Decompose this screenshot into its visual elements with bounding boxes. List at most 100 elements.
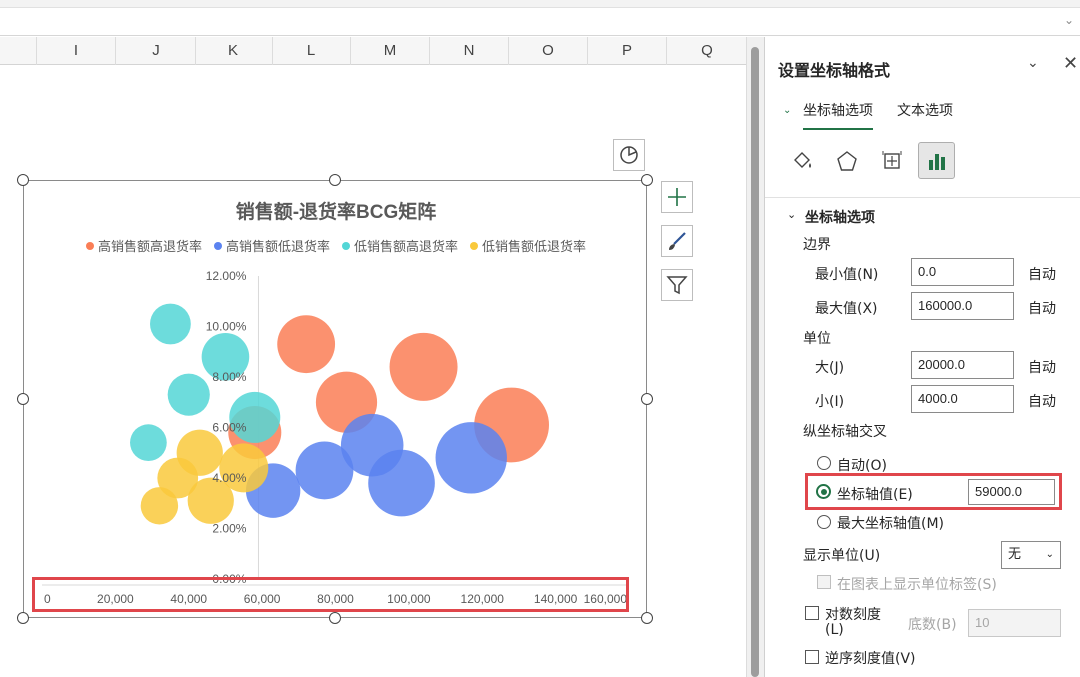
ribbon-strip (0, 0, 1080, 8)
min-label: 最小值(N) (815, 267, 879, 283)
section-axis-options[interactable]: 坐标轴选项 (805, 207, 875, 227)
close-icon[interactable]: ✕ (1063, 53, 1078, 74)
resize-handle-tl[interactable] (17, 174, 29, 186)
minor-auto-button[interactable]: 自动 (1028, 391, 1056, 411)
y-tick-label: 10.00% (206, 320, 247, 334)
major-input[interactable]: 20000.0 (911, 351, 1014, 379)
chevron-down-icon[interactable]: ⌄ (783, 105, 791, 116)
chart-filters-button[interactable] (661, 269, 693, 301)
bubble[interactable] (435, 422, 507, 494)
resize-handle-bm[interactable] (329, 612, 341, 624)
min-auto-button[interactable]: 自动 (1028, 264, 1056, 284)
minor-input[interactable]: 4000.0 (911, 385, 1014, 413)
show-units-checkbox[interactable] (817, 575, 831, 589)
column-header-cell[interactable]: J (117, 37, 196, 65)
bubble[interactable] (150, 303, 191, 345)
tab-text-options[interactable]: 文本选项 (897, 100, 953, 130)
fill-line-button[interactable] (783, 142, 820, 179)
minor-label: 小(I) (815, 394, 845, 410)
pane-tabs: 坐标轴选项 文本选项 (803, 100, 953, 130)
major-auto-button[interactable]: 自动 (1028, 357, 1056, 377)
bar-chart-icon (928, 153, 945, 170)
column-header-cell[interactable]: O (509, 37, 588, 65)
pane-icon-row (783, 142, 955, 179)
bounds-label: 边界 (803, 237, 831, 253)
x-axis-highlight-box (32, 577, 629, 612)
display-units-value: 无 (1008, 547, 1022, 562)
column-header-cell[interactable]: I (37, 37, 116, 65)
y-tick-label: 8.00% (212, 370, 246, 384)
effects-button[interactable] (828, 142, 865, 179)
reverse-checkbox[interactable] (805, 650, 819, 664)
log-scale-label-key: (L) (825, 622, 844, 638)
y-tick-label: 2.00% (212, 522, 246, 536)
axis-options-button[interactable] (918, 142, 955, 179)
divider (765, 197, 1080, 198)
resize-handle-ml[interactable] (17, 393, 29, 405)
bubble[interactable] (167, 373, 210, 416)
tab-axis-options[interactable]: 坐标轴选项 (803, 100, 873, 130)
column-header-cell[interactable] (0, 37, 37, 65)
log-scale-checkbox[interactable] (805, 606, 819, 620)
chart-ideas-button[interactable] (613, 139, 645, 171)
y-tick-label: 6.00% (212, 421, 246, 435)
column-header-cell[interactable]: M (351, 37, 430, 65)
vertical-scrollbar[interactable] (746, 37, 764, 677)
max-auto-button[interactable]: 自动 (1028, 298, 1056, 318)
column-header-cell[interactable]: Q (668, 37, 746, 65)
format-axis-pane[interactable]: 设置坐标轴格式 ⌄ ✕ ⌄ 坐标轴选项 文本选项 ⌄ 坐标轴选项 边界 最小值(… (764, 37, 1080, 677)
column-header-cell[interactable]: L (272, 37, 351, 65)
expand-formula-bar-icon[interactable]: ⌄ (1064, 13, 1074, 27)
log-scale-label[interactable]: 对数刻度 (825, 604, 881, 624)
cross-max-radio[interactable] (817, 515, 831, 529)
column-header-cell[interactable]: N (430, 37, 509, 65)
cross-value-input[interactable]: 59000.0 (968, 479, 1055, 505)
bubble[interactable] (368, 449, 435, 517)
max-input[interactable]: 160000.0 (911, 292, 1014, 320)
cross-value-label[interactable]: 坐标轴值(E) (837, 484, 913, 504)
resize-handle-bl[interactable] (17, 612, 29, 624)
cross-max-label[interactable]: 最大坐标轴值(M) (837, 513, 944, 533)
y-tick-label: 12.00% (206, 269, 247, 283)
bubble-chart[interactable]: 销售额-退货率BCG矩阵 高销售额高退货率 高销售额低退货率 低销售额高退货率 低销售… (23, 180, 647, 618)
column-header-cell[interactable]: P (588, 37, 667, 65)
bubble[interactable] (277, 315, 336, 374)
show-units-label: 在图表上显示单位标签(S) (837, 577, 997, 593)
pentagon-icon (836, 150, 857, 171)
min-input[interactable]: 0.0 (911, 258, 1014, 286)
max-label: 最大值(X) (815, 301, 878, 317)
chevron-down-icon: ⌄ (1045, 549, 1054, 560)
plus-icon (668, 188, 686, 206)
bubble[interactable] (295, 441, 354, 500)
bubble[interactable] (140, 487, 179, 525)
display-units-label: 显示单位(U) (803, 548, 881, 564)
y-tick-label: 4.00% (212, 471, 246, 485)
resize-handle-mr[interactable] (641, 393, 653, 405)
cross-value-radio[interactable] (816, 484, 831, 499)
section-caret-icon[interactable]: ⌄ (787, 208, 796, 221)
filter-icon (666, 276, 688, 295)
chart-elements-button[interactable] (661, 181, 693, 213)
size-properties-button[interactable] (873, 142, 910, 179)
column-header: IJKLMNOPQ (0, 37, 746, 65)
chevron-down-icon[interactable]: ⌄ (1027, 55, 1039, 71)
scrollbar-thumb[interactable] (751, 47, 759, 677)
paintbrush-icon (669, 232, 686, 250)
reverse-label[interactable]: 逆序刻度值(V) (825, 648, 916, 668)
pane-title: 设置坐标轴格式 (778, 61, 891, 80)
size-properties-icon (882, 150, 901, 169)
cross-auto-label[interactable]: 自动(O) (837, 455, 887, 475)
resize-handle-br[interactable] (641, 612, 653, 624)
resize-handle-tr[interactable] (641, 174, 653, 186)
bubble[interactable] (389, 332, 458, 401)
formula-bar[interactable]: ⌄ (0, 8, 1080, 36)
resize-handle-tm[interactable] (329, 174, 341, 186)
column-header-cell[interactable]: K (194, 37, 273, 65)
cross-auto-radio[interactable] (817, 456, 831, 470)
bubble[interactable] (130, 424, 167, 462)
plot-area[interactable]: 0.00%2.00%4.00%6.00%8.00%10.00%12.00%0 20… (24, 181, 648, 619)
display-units-select[interactable]: 无 ⌄ (1001, 541, 1061, 569)
bubble[interactable] (229, 391, 281, 443)
base-input[interactable]: 10 (968, 609, 1061, 637)
chart-styles-button[interactable] (661, 225, 693, 257)
